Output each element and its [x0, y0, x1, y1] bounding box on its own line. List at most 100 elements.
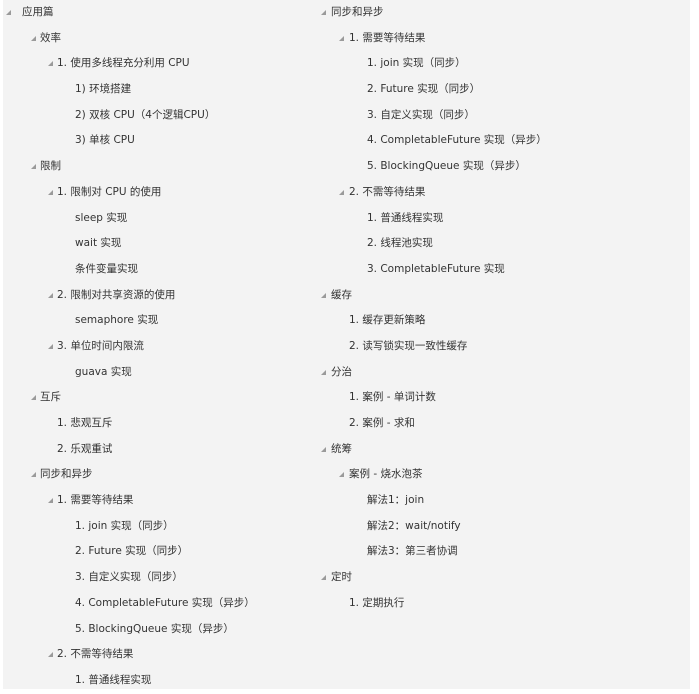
outline-item-label: 案例 - 烧水泡茶 — [349, 468, 423, 481]
outline-item-label: 1. 案例 - 单词计数 — [349, 391, 436, 404]
outline-item-label: 2. 限制对共享资源的使用 — [57, 288, 176, 301]
outline-panel: 应用篇效率 1. 使用多线程充分利用 CPU 1) 环境搭建 2) 双核 CPU（4个… — [3, 0, 690, 689]
outline-leaf[interactable]: 2) 双核 CPU（4个逻辑CPU） — [3, 103, 321, 129]
outline-item-label: 2. Future 实现（同步） — [367, 83, 481, 96]
outline-leaf[interactable]: sleep 实现 — [3, 206, 321, 232]
expanded-triangle-icon[interactable] — [31, 395, 36, 401]
outline-leaf[interactable]: 5. BlockingQueue 实现（异步） — [3, 617, 321, 643]
outline-node[interactable]: 2. 不需等待结果 — [321, 180, 693, 206]
expanded-triangle-icon[interactable] — [321, 369, 326, 375]
outline-leaf[interactable]: 3. 自定义实现（同步） — [321, 103, 693, 129]
expanded-triangle-icon[interactable] — [48, 61, 53, 67]
outline-leaf[interactable]: 2. 乐观重试 — [3, 437, 321, 463]
expanded-triangle-icon[interactable] — [31, 472, 36, 478]
outline-item-label: 同步和异步 — [40, 468, 93, 481]
outline-node[interactable]: 2. 不需等待结果 — [3, 642, 321, 668]
outline-node[interactable]: 定时 — [321, 565, 693, 591]
outline-leaf[interactable]: 2. 线程池实现 — [321, 231, 693, 257]
outline-node[interactable]: 1. 需要等待结果 — [3, 488, 321, 514]
outline-node[interactable]: 互斥 — [3, 385, 321, 411]
outline-leaf[interactable]: 2. 案例 - 求和 — [321, 411, 693, 437]
outline-leaf[interactable]: 解法2：wait/notify — [321, 514, 693, 540]
outline-leaf[interactable]: 1) 环境搭建 — [3, 77, 321, 103]
outline-node[interactable]: 同步和异步 — [3, 462, 321, 488]
expanded-triangle-icon[interactable] — [48, 189, 53, 195]
outline-leaf[interactable]: 1. 案例 - 单词计数 — [321, 385, 693, 411]
outline-item-label: 2. 案例 - 求和 — [349, 417, 415, 429]
outline-leaf[interactable]: semaphore 实现 — [3, 308, 321, 334]
outline-item-label: 1. 需要等待结果 — [349, 31, 426, 44]
outline-node[interactable]: 缓存 — [321, 283, 693, 309]
outline-leaf[interactable]: 1. 定期执行 — [321, 591, 693, 617]
expanded-triangle-icon[interactable] — [321, 575, 326, 581]
outline-item-label: 3. 自定义实现（同步） — [75, 571, 183, 584]
expanded-triangle-icon[interactable] — [339, 189, 344, 195]
outline-leaf[interactable]: 解法3：第三者协调 — [321, 539, 693, 565]
outline-node[interactable]: 应用篇 — [3, 0, 321, 26]
outline-item-label: 1. 使用多线程充分利用 CPU — [57, 57, 190, 70]
outline-leaf[interactable]: 1. 缓存更新策略 — [321, 308, 693, 334]
outline-node[interactable]: 效率 — [3, 26, 321, 52]
outline-item-label: 1. 需要等待结果 — [57, 494, 134, 507]
outline-leaf[interactable]: 3. CompletableFuture 实现 — [321, 257, 693, 283]
outline-node[interactable]: 1. 限制对 CPU 的使用 — [3, 180, 321, 206]
outline-item-label: 应用篇 — [22, 6, 54, 18]
outline-leaf[interactable]: 2. Future 实现（同步） — [3, 539, 321, 565]
expanded-triangle-icon[interactable] — [31, 164, 36, 170]
outline-node[interactable]: 统筹 — [321, 437, 693, 463]
outline-item-label: 1. 悲观互斥 — [57, 417, 113, 429]
outline-node[interactable]: 同步和异步 — [321, 0, 693, 26]
outline-item-label: guava 实现 — [75, 365, 132, 378]
outline-leaf[interactable]: wait 实现 — [3, 231, 321, 257]
expanded-triangle-icon[interactable] — [6, 10, 11, 15]
outline-leaf[interactable]: 3. 自定义实现（同步） — [3, 565, 321, 591]
outline-item-label: 条件变量实现 — [75, 262, 138, 275]
outline-leaf[interactable]: 2. 读写锁实现一致性缓存 — [321, 334, 693, 360]
outline-item-label: 3) 单核 CPU — [75, 134, 135, 147]
outline-node[interactable]: 3. 单位时间内限流 — [3, 334, 321, 360]
outline-leaf[interactable]: 3) 单核 CPU — [3, 128, 321, 154]
outline-item-label: 3. 自定义实现（同步） — [367, 108, 475, 121]
outline-leaf[interactable]: 1. join 实现（同步） — [321, 51, 693, 77]
outline-item-label: 1. 普通线程实现 — [75, 673, 152, 686]
outline-node[interactable]: 1. 使用多线程充分利用 CPU — [3, 51, 321, 77]
expanded-triangle-icon[interactable] — [339, 35, 344, 41]
outline-leaf[interactable]: 1. 普通线程实现 — [321, 206, 693, 232]
outline-item-label: 定时 — [331, 571, 352, 584]
outline-item-label: 统筹 — [331, 442, 352, 455]
outline-node[interactable]: 案例 - 烧水泡茶 — [321, 462, 693, 488]
outline-leaf[interactable]: 1. join 实现（同步） — [3, 514, 321, 540]
expanded-triangle-icon[interactable] — [48, 652, 53, 658]
outline-leaf[interactable]: guava 实现 — [3, 360, 321, 386]
outline-item-label: 解法1：join — [367, 494, 425, 507]
outline-item-label: 1. 普通线程实现 — [367, 211, 444, 224]
expanded-triangle-icon[interactable] — [321, 446, 326, 452]
outline-node[interactable]: 分治 — [321, 360, 693, 386]
outline-node[interactable]: 2. 限制对共享资源的使用 — [3, 283, 321, 309]
outline-leaf[interactable]: 1. 普通线程实现 — [3, 668, 321, 694]
expanded-triangle-icon[interactable] — [48, 292, 53, 298]
outline-item-label: 1. join 实现（同步） — [75, 519, 174, 532]
expanded-triangle-icon[interactable] — [321, 292, 326, 298]
outline-item-label: 4. CompletableFuture 实现（异步） — [367, 134, 547, 147]
expanded-triangle-icon[interactable] — [321, 10, 326, 15]
expanded-triangle-icon[interactable] — [31, 35, 36, 41]
outline-leaf[interactable]: 4. CompletableFuture 实现（异步） — [3, 591, 321, 617]
outline-item-label: 互斥 — [40, 391, 61, 404]
outline-item-label: 3. 单位时间内限流 — [57, 339, 144, 352]
outline-leaf[interactable]: 5. BlockingQueue 实现（异步） — [321, 154, 693, 180]
outline-leaf[interactable]: 解法1：join — [321, 488, 693, 514]
outline-item-label: 效率 — [40, 31, 61, 44]
outline-node[interactable]: 1. 需要等待结果 — [321, 26, 693, 52]
outline-leaf[interactable]: 4. CompletableFuture 实现（异步） — [321, 128, 693, 154]
outline-item-label: 1. 限制对 CPU 的使用 — [57, 185, 162, 198]
expanded-triangle-icon[interactable] — [48, 498, 53, 504]
expanded-triangle-icon[interactable] — [48, 343, 53, 349]
outline-leaf[interactable]: 1. 悲观互斥 — [3, 411, 321, 437]
expanded-triangle-icon[interactable] — [339, 472, 344, 478]
outline-column-right: 同步和异步 1. 需要等待结果 1. join 实现（同步） 2. Future 实现… — [321, 0, 693, 617]
outline-node[interactable]: 限制 — [3, 154, 321, 180]
outline-leaf[interactable]: 条件变量实现 — [3, 257, 321, 283]
outline-leaf[interactable]: 2. Future 实现（同步） — [321, 77, 693, 103]
outline-item-label: 缓存 — [331, 288, 352, 301]
